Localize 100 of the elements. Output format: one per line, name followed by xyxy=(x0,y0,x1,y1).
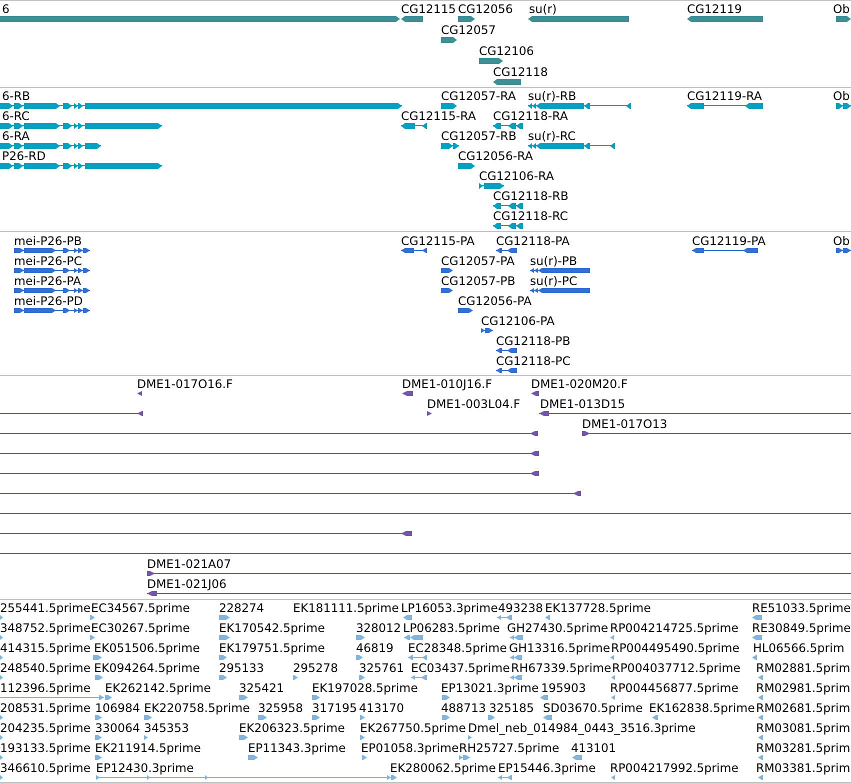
est-label: RM02981.5prim xyxy=(756,682,850,695)
transcript-label: CG12118-RC xyxy=(493,210,568,223)
est-label: EP13021.3prime xyxy=(441,682,539,695)
est-label: 195903 xyxy=(541,682,586,695)
est-label: 325185 xyxy=(489,702,534,715)
est-label: 46819 xyxy=(356,642,394,655)
est-label: RM03381.5prim xyxy=(756,762,850,775)
protein-label: mei-P26-PA xyxy=(14,275,82,288)
est-label: 345353 xyxy=(144,722,190,735)
clone-label: DME1-017O13 xyxy=(582,418,668,431)
transcript-label: CG12118-RB xyxy=(493,190,568,203)
transcript-label: 6-RA xyxy=(2,130,30,143)
protein-label: su(r)-PC xyxy=(530,275,578,288)
protein-label: CG12115-PA xyxy=(401,235,475,248)
protein-label: CG12118-PA xyxy=(496,235,570,248)
est-label: EK262142.5prime xyxy=(105,682,211,695)
est-label: 317195 xyxy=(312,702,358,715)
est-label: 414315.5prime xyxy=(0,642,91,655)
protein-label: CG12057-PA xyxy=(441,255,515,268)
est-label: Dmel_neb_014984_0443_3516.3prime xyxy=(468,722,696,735)
clone-label: DME1-020M20.F xyxy=(531,378,628,391)
transcript-label: CG12057-RA xyxy=(441,90,516,103)
est-label: 346610.5prime xyxy=(0,762,91,775)
est-label: EP15446.3prime xyxy=(498,762,596,775)
protein-label: CG12106-PA xyxy=(481,315,555,328)
transcript-label: Ob xyxy=(833,90,850,103)
est-label: RH25727.5prime xyxy=(459,742,560,755)
est-label: 493238 xyxy=(498,602,544,615)
transcript-label: CG12115-RA xyxy=(401,110,476,123)
gene-label: 6 xyxy=(2,3,10,16)
transcript-label: CG12118-RA xyxy=(493,110,568,123)
est-label: 330064 xyxy=(95,722,140,735)
transcript-label: 6-RC xyxy=(2,110,30,123)
protein-label: CG12057-PB xyxy=(441,275,516,288)
est-label: 413101 xyxy=(571,742,616,755)
est-label: EC30267.5prime xyxy=(91,622,190,635)
est-label: RE30849.5prime xyxy=(752,622,851,635)
est-label: EK094264.5prime xyxy=(94,662,200,675)
est-label: RP004037712.5prime xyxy=(612,662,740,675)
est-label: EC03437.5prime xyxy=(411,662,510,675)
est-label: RE51033.5prime xyxy=(752,602,851,615)
est-label: 295133 xyxy=(219,662,264,675)
est-label: 488713 xyxy=(441,702,486,715)
protein-label: CG12118-PC xyxy=(496,355,571,368)
est-label: RM03081.5prim xyxy=(756,722,850,735)
est-label: RH67339.5prime xyxy=(511,662,612,675)
est-label: EK206323.5prime xyxy=(239,722,345,735)
est-label: 208531.5prime xyxy=(0,702,91,715)
transcript-label: P26-RD xyxy=(2,150,46,163)
est-label: 228274 xyxy=(219,602,264,615)
est-label: 112396.5prime xyxy=(0,682,91,695)
est-label: RP004214725.5prime xyxy=(610,622,738,635)
est-label: 204235.5prime xyxy=(0,722,91,735)
est-label: SD03670.5prime xyxy=(543,702,643,715)
protein-label: Ob xyxy=(833,235,850,248)
est-label: EK267750.5prime xyxy=(360,722,466,735)
est-label: EP11343.3prime xyxy=(248,742,346,755)
transcript-label: 6-RB xyxy=(2,90,30,103)
est-label: EP12430.3prime xyxy=(96,762,194,775)
protein-label: CG12056-PA xyxy=(458,295,532,308)
est-label: HL06566.5prim xyxy=(753,642,844,655)
est-label: 348752.5prime xyxy=(0,622,91,635)
est-label: 295278 xyxy=(293,662,338,675)
est-label: RP004495490.5prime xyxy=(611,642,740,655)
gene-label: CG12057 xyxy=(441,24,496,37)
est-label: 248540.5prime xyxy=(0,662,91,675)
est-label: RP004456877.5prime xyxy=(610,682,738,695)
est-label: 106984 xyxy=(95,702,140,715)
clone-label: DME1-003L04.F xyxy=(427,398,520,411)
est-label: EK162838.5prime xyxy=(649,702,755,715)
transcript-label: CG12056-RA xyxy=(458,150,533,163)
est-label: GH13316.5prime xyxy=(509,642,610,655)
transcript-label: CG12057-RB xyxy=(441,130,516,143)
clone-label: DME1-021A07 xyxy=(147,558,232,571)
est-label: EK181111.5prime xyxy=(293,602,399,615)
protein-label: mei-P26-PB xyxy=(14,235,82,248)
protein-label: mei-P26-PD xyxy=(14,295,83,308)
est-label: 325958 xyxy=(258,702,304,715)
gene-label: CG12118 xyxy=(493,66,548,79)
protein-label: CG12118-PB xyxy=(496,335,570,348)
est-label: 328012 xyxy=(356,622,402,635)
est-label: EK280062.5prime xyxy=(390,762,496,775)
clone-label: DME1-017O16.F xyxy=(137,378,233,391)
est-label: EC28348.5prime xyxy=(408,642,507,655)
gene-label: CG12106 xyxy=(479,45,534,58)
gene-label: CG12119 xyxy=(687,3,742,16)
clone-label: DME1-010J16.F xyxy=(402,378,492,391)
transcript-label: CG12106-RA xyxy=(479,170,554,183)
est-label: EK051506.5prime xyxy=(94,642,200,655)
est-label: EK170542.5prime xyxy=(219,622,325,635)
est-label: RM02681.5prim xyxy=(756,702,850,715)
est-label: RP004217992.5prime xyxy=(610,762,738,775)
est-label: GH27430.5prime xyxy=(507,622,608,635)
est-label: EC34567.5prime xyxy=(91,602,190,615)
est-label: 325761 xyxy=(359,662,404,675)
est-label: EK179751.5prime xyxy=(219,642,325,655)
transcript-label: su(r)-RC xyxy=(528,130,576,143)
est-label: EK211914.5prime xyxy=(95,742,201,755)
gene-label: CG12115 xyxy=(401,3,456,16)
est-label: EK220758.5prime xyxy=(144,702,250,715)
